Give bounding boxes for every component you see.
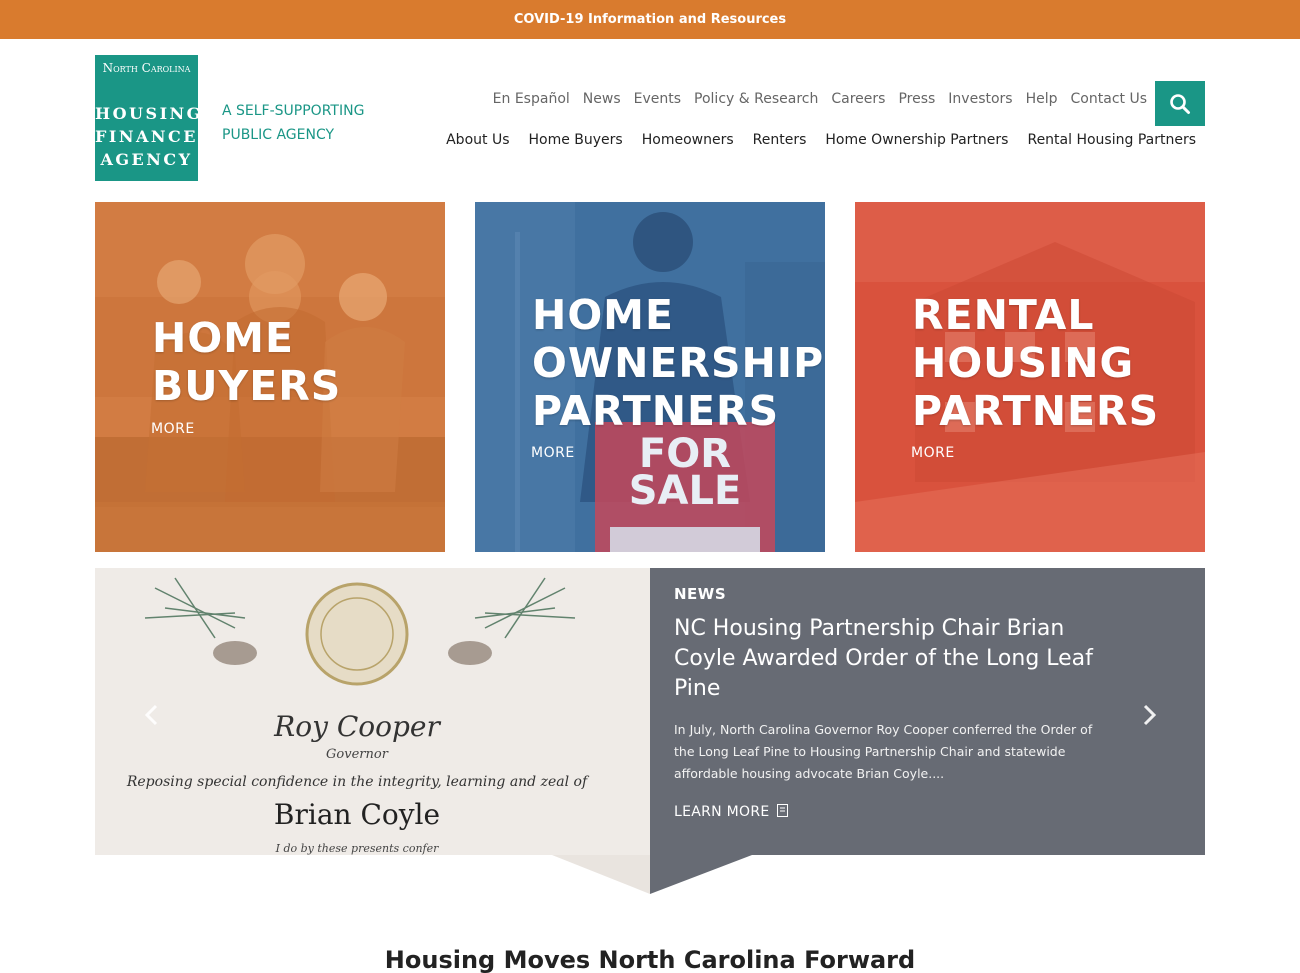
utility-nav-careers[interactable]: Careers [831, 91, 885, 107]
tile-rental-housing-partners[interactable]: RENTAL HOUSING PARTNERS MORE [855, 202, 1205, 552]
utility-nav-espanol[interactable]: En Español [493, 91, 570, 107]
logo-line-finance: FINANCE [95, 127, 198, 146]
utility-nav-events[interactable]: Events [634, 91, 681, 107]
tile-rental-housing-partners-title: RENTAL HOUSING PARTNERS [912, 291, 1159, 435]
for-sale-sign-line-2: SALE [629, 468, 742, 514]
tagline-line-2: PUBLIC AGENCY [222, 127, 335, 143]
logo-line-state: North Carolina [102, 61, 191, 75]
logo-line-agency: AGENCY [100, 150, 193, 169]
news-headline[interactable]: NC Housing Partnership Chair Brian Coyle… [674, 614, 1094, 704]
tile-home-buyers[interactable]: HOME BUYERS MORE [95, 202, 445, 552]
tile-title-line: OWNERSHIP [532, 339, 825, 387]
tile-title-line: HOME [532, 291, 674, 339]
learn-more-link[interactable]: LEARN MORE [674, 804, 789, 820]
tagline-line-1: A SELF-SUPPORTING [222, 103, 365, 119]
utility-nav-help[interactable]: Help [1026, 91, 1058, 107]
tile-home-buyers-title: HOME BUYERS [152, 314, 341, 410]
main-nav-home-ownership-partners[interactable]: Home Ownership Partners [825, 132, 1008, 148]
certificate-artwork: Roy Cooper Governor Reposing special con… [95, 568, 650, 855]
utility-nav-investors[interactable]: Investors [948, 91, 1012, 107]
main-nav: About Us Home Buyers Homeowners Renters … [446, 132, 1196, 148]
news-summary: In July, North Carolina Governor Roy Coo… [674, 722, 1093, 781]
tile-home-ownership-partners-title: HOME OWNERSHIP PARTNERS [532, 291, 824, 435]
certificate-recipient: Brian Coyle [274, 798, 440, 831]
certificate-signer: Roy Cooper [273, 710, 441, 743]
carousel-pointer [552, 855, 752, 895]
utility-nav-news[interactable]: News [583, 91, 621, 107]
certificate-footer: I do by these presents confer [275, 842, 439, 855]
tile-title-line: PARTNERS [912, 387, 1160, 435]
news-carousel-image: Roy Cooper Governor Reposing special con… [95, 568, 650, 855]
chevron-right-icon [1143, 704, 1157, 726]
tile-title-line: RENTAL [912, 291, 1095, 339]
utility-nav-contact-us[interactable]: Contact Us [1071, 91, 1147, 107]
search-button[interactable] [1155, 81, 1205, 126]
certificate-signer-title: Governor [326, 747, 389, 762]
tile-title-line: HOME [152, 314, 294, 362]
tile-title-line: HOUSING [912, 339, 1135, 387]
tile-rental-housing-partners-more-link[interactable]: MORE [911, 445, 955, 461]
news-carousel-panel: NEWS NC Housing Partnership Chair Brian … [650, 568, 1205, 855]
search-icon [1170, 93, 1190, 114]
external-link-icon [777, 804, 789, 817]
carousel-prev-button[interactable] [139, 700, 163, 730]
utility-nav-policy-research[interactable]: Policy & Research [694, 91, 818, 107]
news-label: NEWS [674, 585, 727, 603]
main-nav-about-us[interactable]: About Us [446, 132, 509, 148]
utility-nav-press[interactable]: Press [898, 91, 935, 107]
learn-more-label: LEARN MORE [674, 804, 770, 820]
covid-banner-link[interactable]: COVID-19 Information and Resources [0, 0, 1300, 39]
chevron-left-icon [144, 704, 158, 726]
main-nav-rental-housing-partners[interactable]: Rental Housing Partners [1027, 132, 1196, 148]
tile-home-buyers-more-link[interactable]: MORE [151, 421, 195, 437]
tile-title-line: BUYERS [152, 362, 342, 410]
agency-tagline: A SELF-SUPPORTING PUBLIC AGENCY [222, 99, 364, 147]
certificate-line: Reposing special confidence in the integ… [126, 774, 590, 790]
covid-banner-text: COVID-19 Information and Resources [513, 12, 787, 27]
utility-nav: En Español News Events Policy & Research… [493, 91, 1147, 107]
main-nav-home-buyers[interactable]: Home Buyers [529, 132, 623, 148]
carousel-next-button[interactable] [1138, 700, 1162, 730]
main-nav-renters[interactable]: Renters [753, 132, 807, 148]
tile-home-ownership-partners[interactable]: FOR SALE HOME OWNERSHIP PARTNERS MORE [475, 202, 825, 552]
logo-line-housing: HOUSING [95, 104, 203, 123]
section-heading: Housing Moves North Carolina Forward [384, 946, 916, 973]
main-nav-homeowners[interactable]: Homeowners [642, 132, 734, 148]
agency-logo[interactable]: North Carolina HOUSING FINANCE AGENCY [95, 55, 203, 181]
tile-home-ownership-partners-more-link[interactable]: MORE [531, 445, 575, 461]
tile-title-line: PARTNERS [532, 387, 780, 435]
